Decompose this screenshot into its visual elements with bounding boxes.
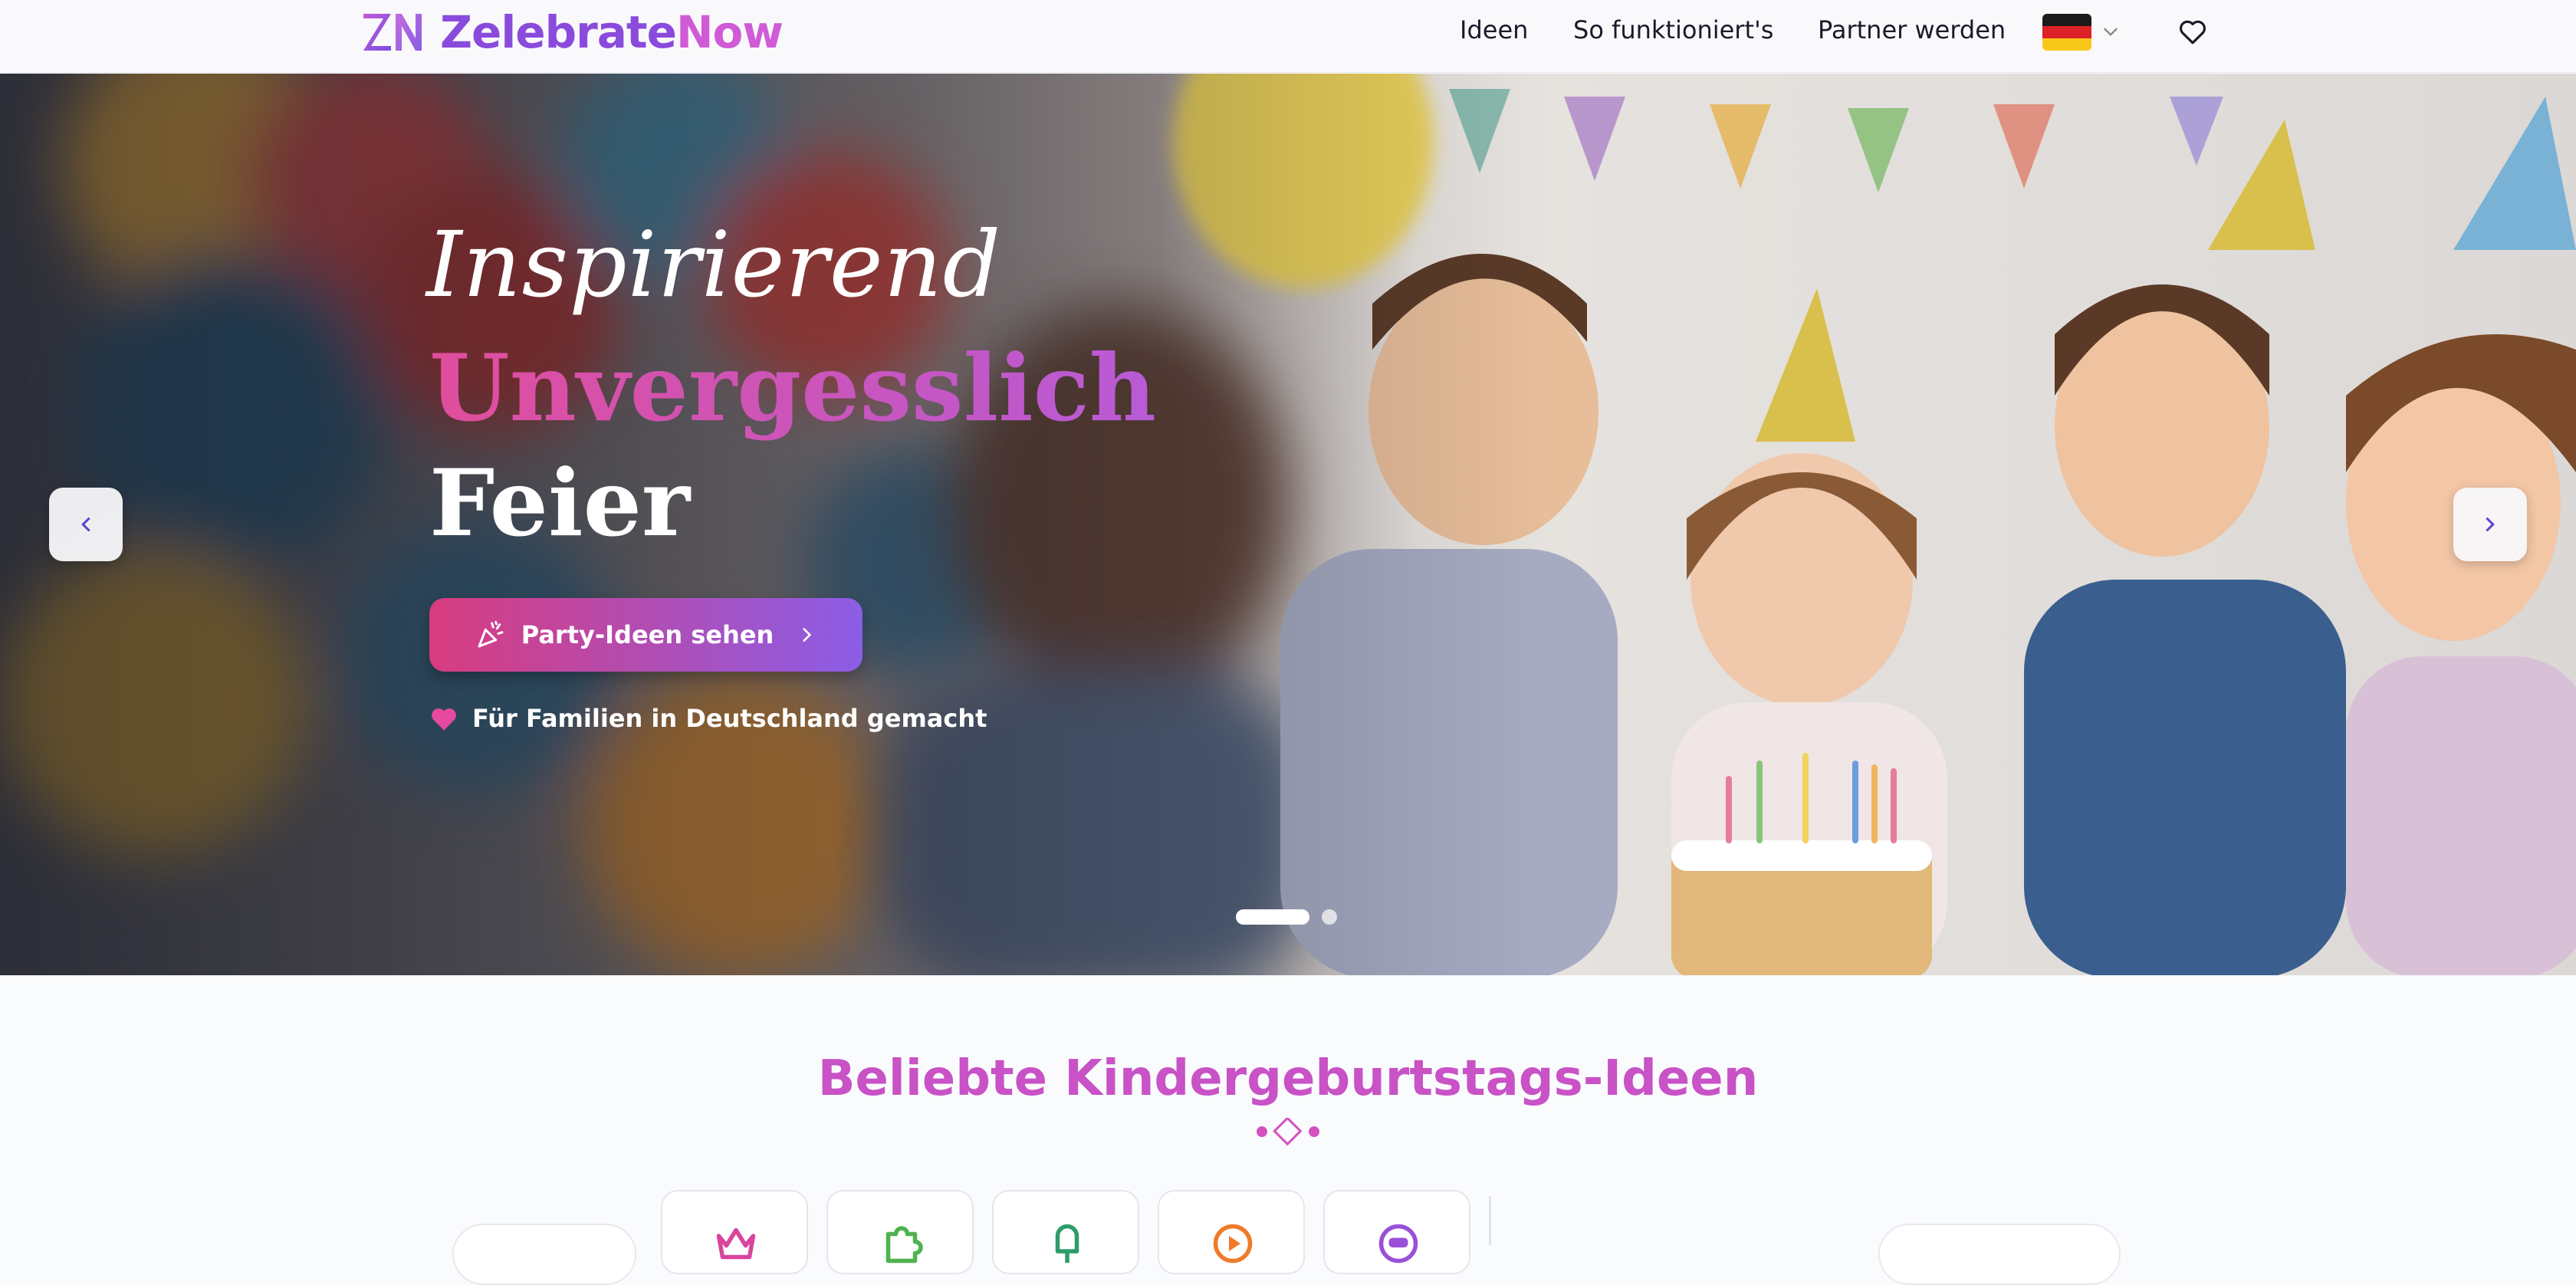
nav-so-funktionierts[interactable]: So funktioniert's bbox=[1573, 15, 1773, 44]
section-title: Beliebte Kindergeburtstags-Ideen bbox=[817, 1050, 1759, 1107]
slide-dot[interactable] bbox=[1322, 909, 1337, 925]
brand-name: ZelebrateNow bbox=[440, 6, 784, 58]
hero-script-line: Inspirierend bbox=[426, 212, 1002, 317]
slide-dot-active[interactable] bbox=[1236, 909, 1309, 925]
brand-logo[interactable]: ZelebrateNow bbox=[362, 6, 784, 58]
crown-icon bbox=[716, 1227, 756, 1260]
category-play[interactable] bbox=[1158, 1190, 1305, 1274]
made-in-text: Für Familien in Deutschland gemacht bbox=[472, 704, 987, 733]
top-header: ZelebrateNow Ideen So funktioniert's Par… bbox=[0, 0, 2576, 73]
next-slide-button[interactable] bbox=[2453, 488, 2527, 561]
heart-icon[interactable] bbox=[2176, 15, 2210, 48]
hero-overlay bbox=[0, 74, 2576, 975]
section-divider bbox=[851, 1118, 1725, 1145]
popsicle-icon bbox=[1055, 1224, 1079, 1263]
heart-filled-icon bbox=[432, 708, 456, 731]
nav-ideen[interactable]: Ideen bbox=[1460, 15, 1528, 44]
puzzle-icon bbox=[886, 1226, 923, 1264]
hero-gradient-line: Unvergesslich bbox=[429, 334, 1157, 442]
germany-flag-icon[interactable] bbox=[2042, 14, 2091, 51]
category-pill-left[interactable] bbox=[452, 1224, 636, 1285]
category-separator bbox=[1489, 1196, 1491, 1245]
chevron-right-icon bbox=[803, 628, 812, 642]
slide-indicators bbox=[1236, 909, 1337, 925]
hero-carousel: Inspirierend Unvergesslich Feier Party-I… bbox=[0, 74, 2576, 975]
play-icon bbox=[1213, 1224, 1253, 1264]
zn-logo-icon bbox=[363, 14, 422, 51]
category-crown[interactable] bbox=[661, 1190, 808, 1274]
category-popsicle[interactable] bbox=[992, 1190, 1139, 1274]
chevron-down-icon[interactable] bbox=[2101, 21, 2121, 41]
chevron-right-icon bbox=[2486, 518, 2495, 531]
category-puzzle[interactable] bbox=[826, 1190, 974, 1274]
smiley-icon bbox=[1378, 1224, 1418, 1264]
chevron-left-icon bbox=[81, 518, 90, 531]
party-popper-icon bbox=[478, 620, 504, 648]
category-smiley[interactable] bbox=[1323, 1190, 1470, 1274]
nav-partner-werden[interactable]: Partner werden bbox=[1818, 15, 2006, 44]
brand-name-second: Now bbox=[675, 6, 784, 58]
party-ideas-label: Party-Ideen sehen bbox=[521, 620, 774, 649]
category-pill-right[interactable] bbox=[1878, 1224, 2121, 1285]
made-in-germany-note: Für Familien in Deutschland gemacht bbox=[429, 704, 987, 733]
previous-slide-button[interactable] bbox=[49, 488, 123, 561]
hero-white-line: Feier bbox=[429, 449, 691, 557]
brand-name-first: Zelebrate bbox=[440, 6, 677, 58]
party-ideas-button[interactable]: Party-Ideen sehen bbox=[429, 598, 863, 672]
